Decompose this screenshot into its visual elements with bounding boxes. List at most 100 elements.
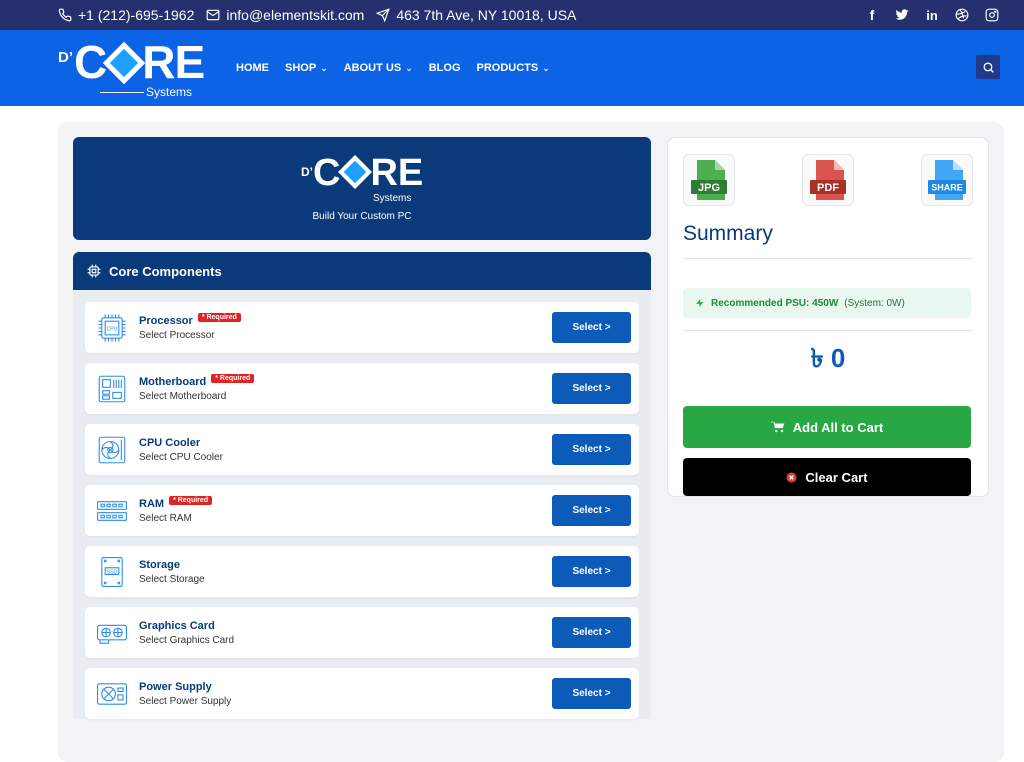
select-power-supply-button[interactable]: Select > xyxy=(552,678,631,709)
nav-shop[interactable]: SHOP ⌄ xyxy=(285,62,328,74)
required-badge: * Required xyxy=(211,374,255,383)
share-button[interactable]: SHARE xyxy=(921,154,973,206)
psu-recommendation: Recommended PSU: 450W (System: 0W) xyxy=(683,288,971,318)
nav-products[interactable]: PRODUCTS ⌄ xyxy=(477,62,550,74)
core-components-title: Core Components xyxy=(109,263,222,279)
component-row-processor: CPU Processor * Required Select Processor… xyxy=(85,302,639,353)
nav-about-label: ABOUT US xyxy=(343,62,402,74)
logo-letter-c: C xyxy=(74,36,107,88)
main-header: D’ C RE Systems HOME SHOP ⌄ ABOUT US ⌄ BLOG… xyxy=(0,30,1024,106)
pdf-file-icon: PDF xyxy=(810,160,846,200)
main-nav: HOME SHOP ⌄ ABOUT US ⌄ BLOG PRODUCTS ⌄ xyxy=(236,62,550,74)
clear-circle-icon xyxy=(786,471,797,483)
cpu-icon: CPU xyxy=(98,313,126,342)
logo-subtitle: Systems xyxy=(146,85,193,99)
site-logo[interactable]: D’ C RE Systems xyxy=(58,35,208,101)
address-text: 463 7th Ave, NY 10018, USA xyxy=(396,7,577,23)
hero-logo-letter-c: C xyxy=(313,152,341,194)
core-components-header: Core Components xyxy=(73,252,651,290)
nav-blog-label: BLOG xyxy=(428,62,461,74)
select-ram-button[interactable]: Select > xyxy=(552,495,631,526)
nav-home[interactable]: HOME xyxy=(236,62,269,74)
psu-icon xyxy=(96,682,128,705)
twitter-icon[interactable] xyxy=(894,7,910,23)
phone-text: +1 (212)-695-1962 xyxy=(78,7,195,23)
component-list: CPU Processor * Required Select Processor… xyxy=(73,290,651,719)
select-cpu-cooler-button[interactable]: Select > xyxy=(552,434,631,465)
add-all-label: Add All to Cart xyxy=(792,419,884,435)
nav-about-us[interactable]: ABOUT US ⌄ xyxy=(344,62,413,74)
add-all-to-cart-button[interactable]: Add All to Cart xyxy=(683,406,971,448)
nav-blog[interactable]: BLOG xyxy=(429,62,461,74)
hero-logo: D’ C RE Systems xyxy=(301,151,431,205)
mail-icon xyxy=(206,9,220,21)
top-info-bar: +1 (212)-695-1962 info@elementskit.com 4… xyxy=(0,0,1024,30)
svg-text:CPU: CPU xyxy=(107,326,118,332)
email-info[interactable]: info@elementskit.com xyxy=(206,7,364,23)
cooler-icon xyxy=(98,436,126,463)
dribbble-icon[interactable] xyxy=(954,7,970,23)
logo-wordmark: C RE xyxy=(74,36,205,88)
ram-icon xyxy=(96,500,128,521)
phone-icon xyxy=(58,8,72,22)
address-info: 463 7th Ave, NY 10018, USA xyxy=(376,7,576,23)
psu-system-wattage: (System: 0W) xyxy=(844,297,905,309)
hero-logo-subtitle: Systems xyxy=(373,193,412,204)
clear-cart-label: Clear Cart xyxy=(805,469,868,485)
instagram-icon[interactable] xyxy=(984,7,1000,23)
jpg-label: JPG xyxy=(698,182,720,194)
chip-icon xyxy=(87,264,101,278)
select-processor-button[interactable]: Select > xyxy=(552,312,631,343)
pdf-label: PDF xyxy=(817,182,839,194)
chevron-down-icon: ⌄ xyxy=(405,62,413,73)
chevron-down-icon: ⌄ xyxy=(320,62,328,73)
select-storage-button[interactable]: Select > xyxy=(552,556,631,587)
cart-icon xyxy=(770,421,785,433)
nav-products-label: PRODUCTS xyxy=(476,62,539,74)
email-text: info@elementskit.com xyxy=(226,7,365,23)
svg-text:SSD: SSD xyxy=(107,569,118,575)
summary-panel: JPG PDF SHARE Summary Recommended PSU: 4… xyxy=(667,137,989,497)
component-row-ram: RAM * Required Select RAM Select > xyxy=(85,485,639,536)
builder-left-column: D’ C RE Systems Build Your Custom PC Core… xyxy=(73,137,651,729)
divider xyxy=(683,330,973,331)
hero-tagline: Build Your Custom PC xyxy=(312,211,412,222)
select-motherboard-button[interactable]: Select > xyxy=(552,373,631,404)
logo-diamond-icon xyxy=(103,41,146,85)
component-name: Motherboard xyxy=(139,375,207,388)
share-label: SHARE xyxy=(931,183,963,193)
lightning-icon xyxy=(696,298,704,308)
component-row-motherboard: Motherboard * Required Select Motherboard… xyxy=(85,363,639,414)
component-name: Storage xyxy=(139,558,180,571)
component-row-cpu-cooler: CPU Cooler Select CPU Cooler Select > xyxy=(85,424,639,475)
chevron-down-icon: ⌄ xyxy=(542,62,550,73)
pc-builder-panel: D’ C RE Systems Build Your Custom PC Core… xyxy=(58,122,1004,762)
required-badge: * Required xyxy=(169,496,213,505)
linkedin-icon[interactable]: in xyxy=(924,7,940,23)
component-name: Power Supply xyxy=(139,680,212,693)
component-row-storage: SSD Storage Select Storage Select > xyxy=(85,546,639,597)
cart-total: ৳ 0 xyxy=(810,343,846,373)
jpg-file-icon: JPG xyxy=(691,160,727,200)
required-badge: * Required xyxy=(197,313,241,322)
hero-logo-wordmark: C RE xyxy=(313,151,423,195)
select-graphics-card-button[interactable]: Select > xyxy=(552,617,631,648)
search-icon xyxy=(982,61,994,73)
gpu-icon xyxy=(96,624,128,644)
export-pdf-button[interactable]: PDF xyxy=(802,154,854,206)
nav-shop-label: SHOP xyxy=(285,62,317,74)
logo-line xyxy=(100,92,144,93)
component-name: RAM xyxy=(139,497,165,510)
phone-info[interactable]: +1 (212)-695-1962 xyxy=(58,7,194,23)
motherboard-icon xyxy=(98,375,126,402)
facebook-icon[interactable]: f xyxy=(864,7,880,23)
logo-letters-re: RE xyxy=(142,36,205,88)
component-name: CPU Cooler xyxy=(139,436,201,449)
component-name: Graphics Card xyxy=(139,619,215,632)
social-links: f in xyxy=(864,7,1000,23)
ssd-icon: SSD xyxy=(101,556,123,587)
export-jpg-button[interactable]: JPG xyxy=(683,154,735,206)
component-name: Processor xyxy=(139,314,193,327)
search-button[interactable] xyxy=(976,55,1000,79)
clear-cart-button[interactable]: Clear Cart xyxy=(683,458,971,496)
